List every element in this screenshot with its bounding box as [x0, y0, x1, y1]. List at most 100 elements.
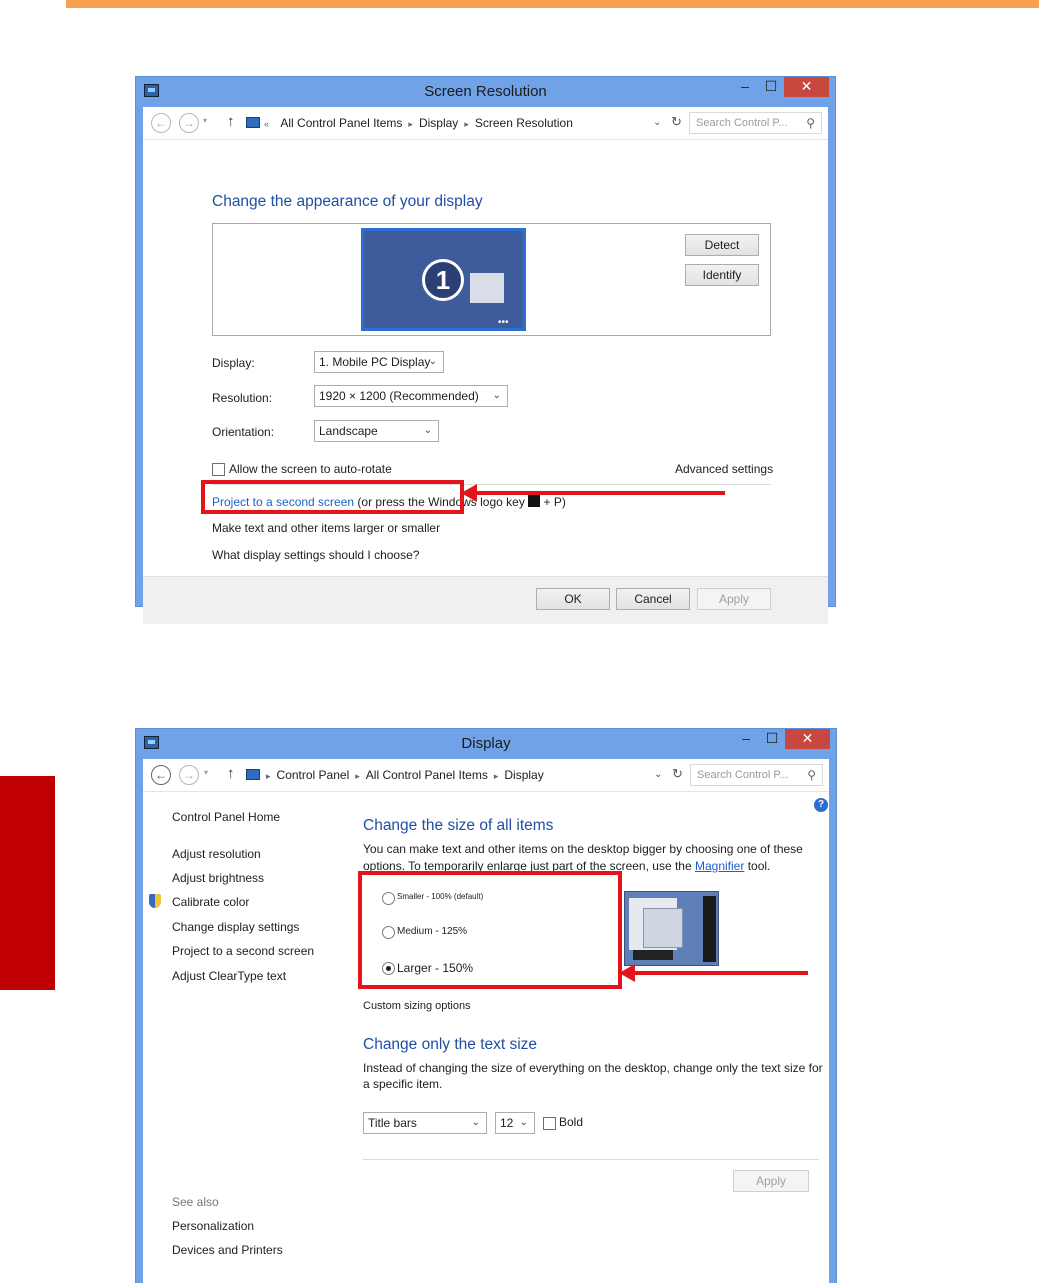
custom-sizing-link[interactable]: Custom sizing options: [363, 1000, 471, 1012]
help-icon[interactable]: ?: [814, 798, 828, 812]
text-size-description-line2: a specific item.: [363, 1077, 443, 1091]
breadcrumb-item[interactable]: Control Panel: [277, 768, 350, 782]
chevron-down-icon: ⌄: [519, 1117, 528, 1128]
breadcrumb[interactable]: ▸ Control Panel ▸ All Control Panel Items ▸ D…: [264, 764, 644, 786]
maximize-button[interactable]: ☐: [758, 77, 784, 97]
up-icon[interactable]: ↑: [227, 765, 235, 782]
breadcrumb-item[interactable]: Display: [419, 116, 458, 130]
address-bar: ← → ▾ ↑ « All Control Panel Items ▸ Displa…: [143, 107, 828, 140]
search-input[interactable]: Search Control P... ⚲: [689, 112, 822, 134]
monitor-thumbnail[interactable]: 1 •••: [361, 228, 526, 331]
button-band: OK Cancel Apply: [143, 576, 828, 624]
monitor-preview-panel: 1 ••• Detect Identify: [212, 223, 771, 336]
text-size-description-line1: Instead of changing the size of everythi…: [363, 1061, 823, 1075]
chevron-down-icon: ⌄: [492, 390, 501, 401]
breadcrumb-separator-icon: ▸: [464, 119, 469, 129]
see-also-devices-printers[interactable]: Devices and Printers: [172, 1243, 283, 1257]
highlight-box: [358, 871, 622, 989]
apply-button[interactable]: Apply: [733, 1170, 809, 1192]
sidebar-item-project-second-screen[interactable]: Project to a second screen: [172, 944, 314, 958]
advanced-settings-link[interactable]: Advanced settings: [675, 462, 773, 476]
address-dropdown-icon[interactable]: ⌄: [654, 769, 662, 780]
ok-button[interactable]: OK: [536, 588, 610, 610]
see-also-personalization[interactable]: Personalization: [172, 1219, 254, 1233]
refresh-icon[interactable]: ↻: [672, 766, 683, 782]
taskbar-dots-icon: •••: [498, 317, 509, 328]
font-size-select[interactable]: 12 ⌄: [495, 1112, 535, 1134]
forward-icon[interactable]: →: [179, 113, 199, 133]
project-hint-end: + P): [543, 495, 566, 509]
overflow-chevron-icon: «: [264, 119, 270, 129]
breadcrumb-item[interactable]: Display: [504, 768, 543, 782]
shield-icon: [149, 894, 161, 908]
breadcrumb-item[interactable]: Screen Resolution: [475, 116, 573, 130]
breadcrumb[interactable]: « All Control Panel Items ▸ Display ▸ Screen…: [264, 112, 644, 134]
sidebar-item-adjust-cleartype[interactable]: Adjust ClearType text: [172, 969, 286, 983]
up-icon[interactable]: ↑: [227, 113, 235, 130]
close-button[interactable]: ✕: [784, 77, 829, 97]
back-icon[interactable]: ←: [151, 113, 171, 133]
bold-checkbox[interactable]: [543, 1117, 556, 1130]
resolution-select[interactable]: 1920 × 1200 (Recommended) ⌄: [314, 385, 508, 407]
preview-taskbar: [703, 896, 716, 962]
minimize-button[interactable]: –: [733, 729, 759, 749]
control-panel-home-link[interactable]: Control Panel Home: [172, 810, 280, 824]
sidebar-item-change-display-settings[interactable]: Change display settings: [172, 920, 299, 934]
close-button[interactable]: ✕: [785, 729, 830, 749]
make-text-larger-link[interactable]: Make text and other items larger or smal…: [212, 521, 440, 535]
maximize-button[interactable]: ☐: [759, 729, 785, 749]
see-also-heading: See also: [172, 1195, 219, 1209]
windows-logo-icon: [528, 495, 541, 507]
monitor-number-badge: 1: [422, 259, 464, 301]
back-icon[interactable]: ←: [151, 765, 171, 785]
cancel-button[interactable]: Cancel: [616, 588, 690, 610]
resolution-label: Resolution:: [212, 391, 273, 405]
sidebar-item-calibrate-color[interactable]: Calibrate color: [172, 895, 249, 909]
display-select[interactable]: 1. Mobile PC Display ⌄: [314, 351, 444, 373]
tile-grid-icon: [470, 273, 504, 303]
bold-label: Bold: [559, 1115, 584, 1129]
detect-button[interactable]: Detect: [685, 234, 759, 256]
address-bar: ← → ▾ ↑ ▸ Control Panel ▸ All Control Panel…: [143, 759, 829, 792]
display-window: Display – ☐ ✕ ← → ▾ ↑ ▸ Control Panel ▸ All…: [135, 728, 837, 1283]
search-icon: ⚲: [806, 116, 815, 130]
preview-menu: [633, 950, 673, 960]
magnifier-link[interactable]: Magnifier: [695, 859, 744, 873]
page-heading: Change the appearance of your display: [212, 193, 483, 210]
breadcrumb-item[interactable]: All Control Panel Items: [280, 116, 402, 130]
sidebar-item-adjust-brightness[interactable]: Adjust brightness: [172, 871, 264, 885]
arrow-shaft: [633, 971, 808, 975]
preview-window-front: [643, 908, 683, 948]
chevron-down-icon: ⌄: [423, 425, 432, 436]
display-settings-help-link[interactable]: What display settings should I choose?: [212, 548, 419, 562]
size-description-line1: You can make text and other items on the…: [363, 842, 803, 856]
orientation-select[interactable]: Landscape ⌄: [314, 420, 439, 442]
screen-resolution-window: Screen Resolution – ☐ ✕ ← → ▾ ↑ « All Co…: [135, 76, 836, 624]
breadcrumb-item[interactable]: All Control Panel Items: [366, 768, 488, 782]
address-dropdown-icon[interactable]: ⌄: [653, 117, 661, 128]
breadcrumb-separator-icon: ▸: [355, 771, 360, 781]
search-icon: ⚲: [807, 768, 816, 782]
sidebar-item-adjust-resolution[interactable]: Adjust resolution: [172, 847, 261, 861]
control-panel-icon: [246, 769, 260, 780]
scale-preview-image: [624, 891, 719, 966]
minimize-button[interactable]: –: [732, 77, 758, 97]
refresh-icon[interactable]: ↻: [671, 114, 682, 130]
breadcrumb-separator-icon: ▸: [408, 119, 413, 129]
accent-bar: [66, 0, 1039, 8]
window-client: ← → ▾ ↑ « All Control Panel Items ▸ Displa…: [143, 107, 828, 624]
identify-button[interactable]: Identify: [685, 264, 759, 286]
arrow-shaft: [475, 491, 725, 495]
autorotate-checkbox[interactable]: [212, 463, 225, 476]
apply-button[interactable]: Apply: [697, 588, 771, 610]
search-input[interactable]: Search Control P... ⚲: [690, 764, 823, 786]
recent-dropdown-icon[interactable]: ▾: [204, 768, 208, 777]
text-item-select[interactable]: Title bars ⌄: [363, 1112, 487, 1134]
window-title: Screen Resolution: [424, 83, 547, 100]
highlight-box: [201, 480, 464, 514]
recent-dropdown-icon[interactable]: ▾: [203, 116, 207, 125]
chevron-down-icon: ⌄: [471, 1117, 480, 1128]
breadcrumb-separator-icon: ▸: [266, 771, 271, 781]
divider: [363, 1159, 819, 1160]
forward-icon[interactable]: →: [179, 765, 199, 785]
